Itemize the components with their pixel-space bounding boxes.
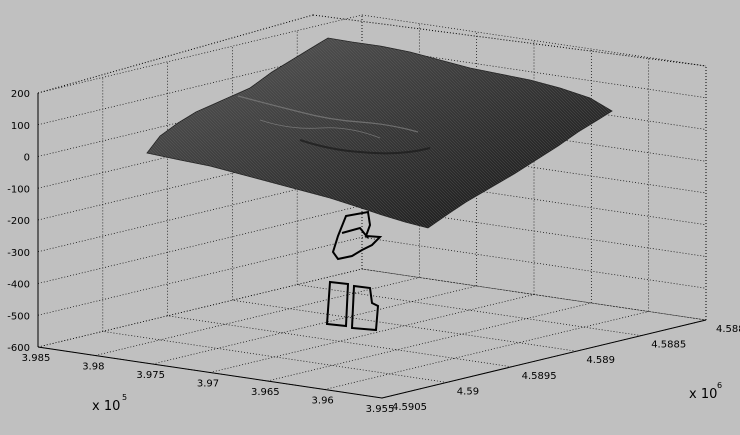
x-exponent-base: x 10 [92,399,120,414]
y-tick-label: 4.5895 [522,371,557,382]
z-tick-label: -400 [7,280,30,291]
grid-x-floor [37,268,363,348]
grid-z-back-wall [361,236,707,289]
grid-y-floor [167,315,512,368]
x-tick-label: 3.965 [251,387,280,398]
upper-outline [331,210,383,261]
grid-x-floor [267,302,592,382]
z-tick-label: -500 [7,311,30,322]
grid-z-left-wall [37,205,363,284]
x-tick-label: 3.98 [82,362,104,373]
x-tick-label: 3.955 [366,404,395,415]
x-tick-label: 3.97 [197,379,219,390]
z-tick-label: -300 [7,248,30,259]
grid-x-floor [152,285,477,365]
z-tick-label: 200 [11,89,30,100]
y-exponent-base: x 10 [689,387,717,402]
x-exponent-label: x 10 5 [92,393,127,414]
grid-z-left-wall [37,268,363,348]
y-tick-label: 4.5885 [651,340,686,351]
z-tick-label: 0 [24,153,30,164]
x-exponent-power: 5 [122,393,127,402]
y-tick-label: 4.589 [586,355,615,366]
grid-y-floor [232,299,577,352]
lower-outline-right [350,284,380,332]
y-exponent-power: 6 [717,381,722,390]
y-tick-label: 4.59 [457,386,479,397]
y-tick-label: 4.5905 [392,402,427,413]
surface-mesh-texture [147,38,612,228]
grid-y-floor [297,284,642,336]
lower-outline-left [325,280,350,328]
y-tick-label: 4.588 [716,324,740,335]
z-tick-label: -600 [7,343,30,354]
y-exponent-label: x 10 6 [689,381,722,402]
surface-plot: 3.985 3.98 3.975 3.97 3.965 3.96 3.955 4.588 4.5… [7,14,740,415]
z-tick-label: 100 [11,121,30,132]
terrain-surface [146,37,613,229]
z-tick-label: -100 [7,184,30,195]
grid-x-floor [209,294,535,373]
chart-figure: 3.985 3.98 3.975 3.97 3.965 3.96 3.955 4.588 4.5… [0,0,740,435]
axis-line-y [381,319,707,399]
grid-x-floor [324,311,649,390]
x-tick-label: 3.96 [312,396,334,407]
grid-z-left-wall [37,236,363,316]
z-tick-label: -200 [7,216,30,227]
x-tick-label: 3.975 [136,370,165,381]
x-tick-label: 3.985 [22,353,51,364]
